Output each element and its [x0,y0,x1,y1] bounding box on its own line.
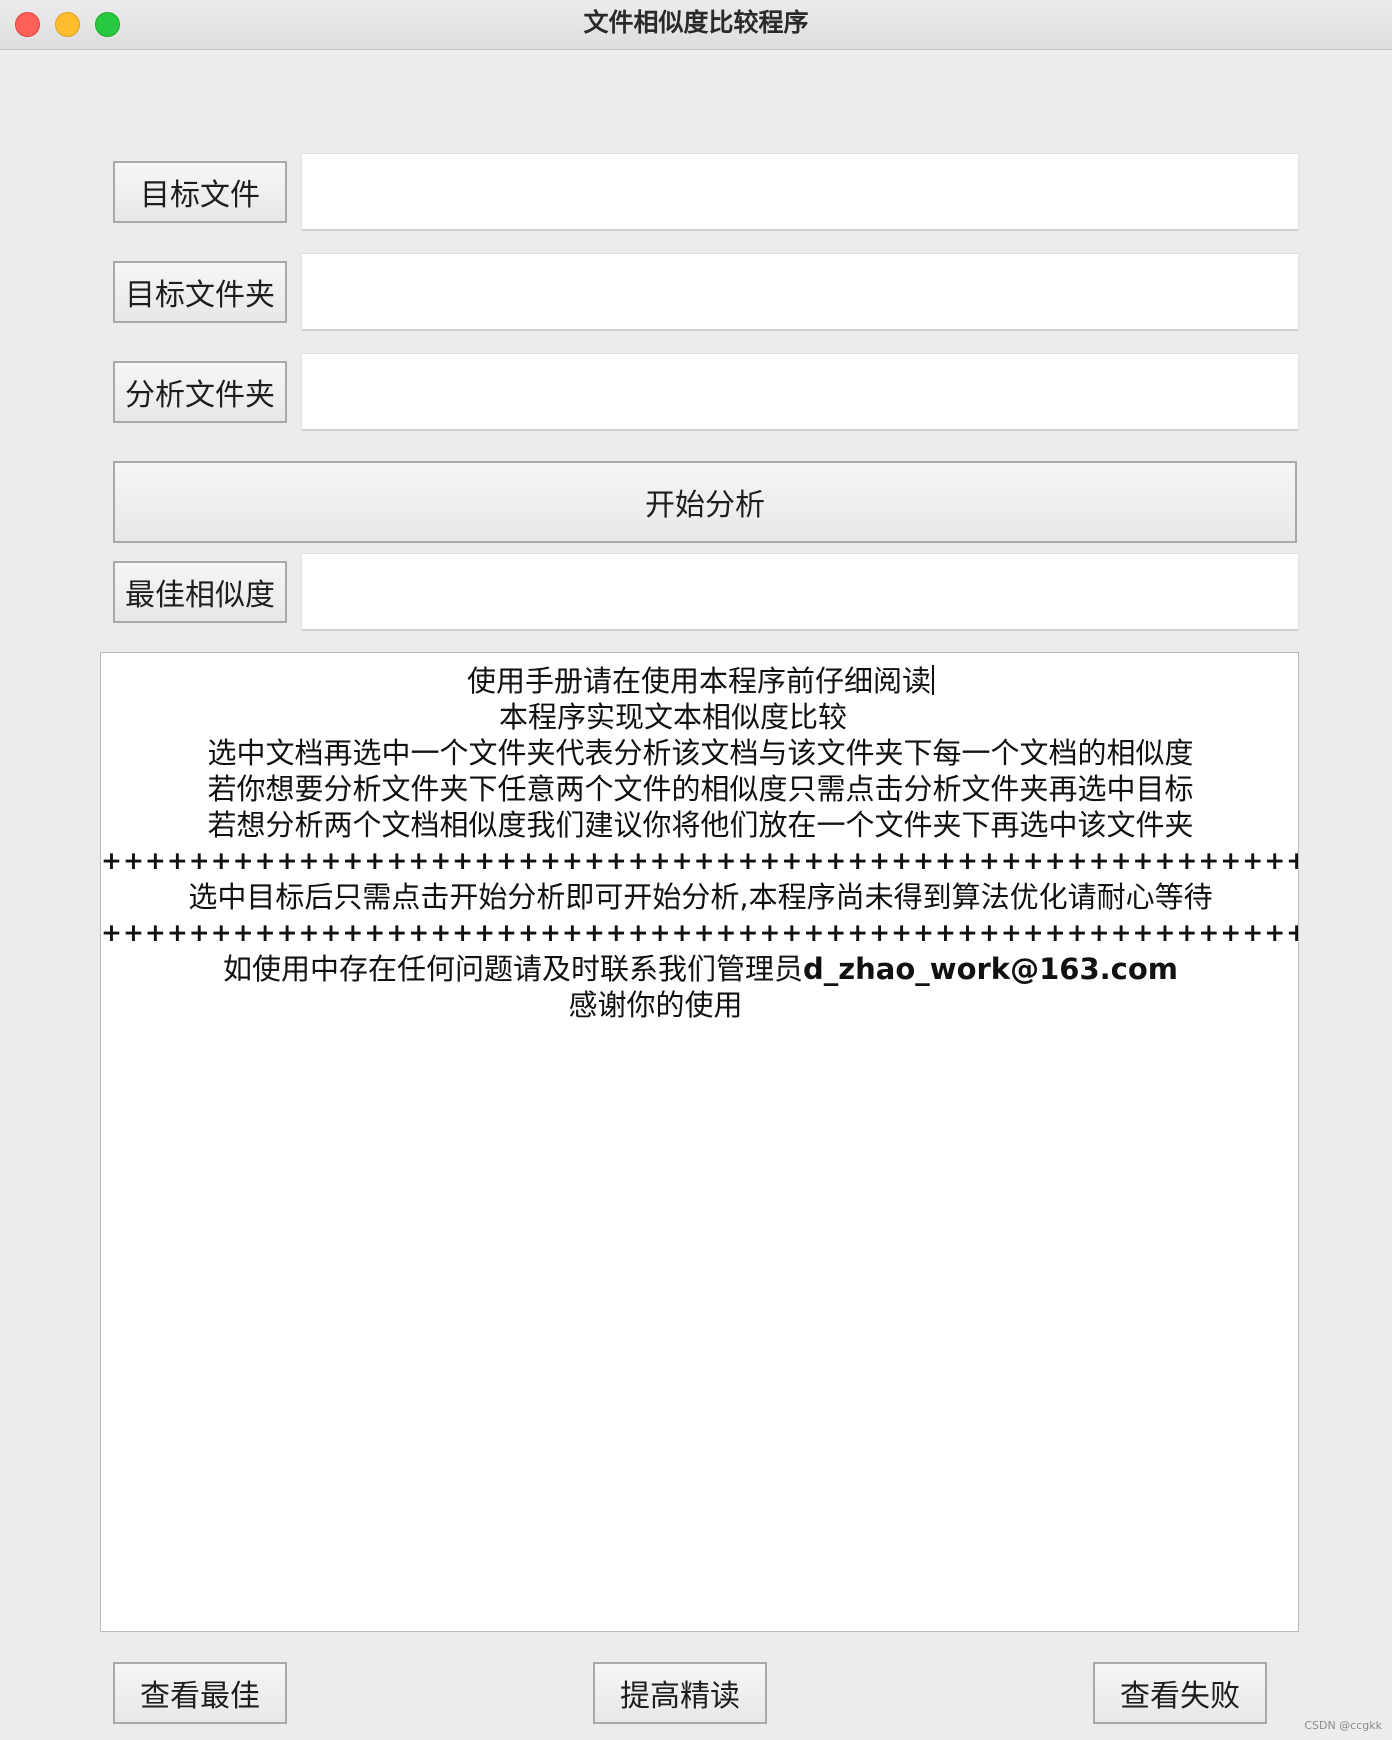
manual-line-1: 使用手册请在使用本程序前仔细阅读 [101,663,1298,699]
app-window: 文件相似度比较程序 目标文件 目标文件夹 分析文件夹 开始分析 最佳相似度 使用… [0,0,1392,1740]
manual-line-2: 本程序实现文本相似度比较 [498,700,847,734]
best-similarity-button[interactable]: 最佳相似度 [113,561,287,623]
watermark: CSDN @ccgkk [1304,1719,1382,1732]
manual-text-area[interactable]: 使用手册请在使用本程序前仔细阅读 本程序实现文本相似度比较 选中文档再选中一个文… [100,652,1299,1632]
manual-line-7: 如使用中存在任何问题请及时联系我们管理员d_zhao_work@163.com [101,951,1298,987]
view-failed-button[interactable]: 查看失败 [1093,1662,1267,1724]
manual-line-8: 感谢你的使用 [568,988,743,1022]
target-file-field[interactable] [301,153,1299,231]
admin-email: d_zhao_work@163.com [803,952,1178,986]
window-title: 文件相似度比较程序 [583,8,809,37]
target-folder-button[interactable]: 目标文件夹 [113,261,287,323]
manual-line-5: 若想分析两个文档相似度我们建议你将他们放在一个文件夹下再选中该文件夹 [207,808,1194,842]
start-analysis-button[interactable]: 开始分析 [113,461,1297,543]
view-best-button[interactable]: 查看最佳 [113,1662,287,1724]
title-bar[interactable]: 文件相似度比较程序 [0,0,1392,50]
target-file-button[interactable]: 目标文件 [113,161,287,223]
manual-separator-1: ++++++++++++++++++++++++++++++++++++++++… [101,846,1299,875]
analysis-folder-button[interactable]: 分析文件夹 [113,361,287,423]
text-caret [932,665,934,695]
best-similarity-field[interactable] [301,553,1299,631]
manual-line-7-text: 如使用中存在任何问题请及时联系我们管理员 [223,952,804,986]
manual-line-3: 选中文档再选中一个文件夹代表分析该文档与该文件夹下每一个文档的相似度 [207,736,1194,770]
analysis-folder-field[interactable] [301,353,1299,431]
target-folder-field[interactable] [301,253,1299,331]
manual-line-1-text: 使用手册请在使用本程序前仔细阅读 [466,664,931,698]
manual-line-6: 选中目标后只需点击开始分析即可开始分析,本程序尚未得到算法优化请耐心等待 [188,880,1213,914]
improve-accuracy-button[interactable]: 提高精读 [593,1662,767,1724]
manual-line-4: 若你想要分析文件夹下任意两个文件的相似度只需点击分析文件夹再选中目标 [207,772,1194,806]
manual-separator-2: ++++++++++++++++++++++++++++++++++++++++… [101,918,1299,947]
